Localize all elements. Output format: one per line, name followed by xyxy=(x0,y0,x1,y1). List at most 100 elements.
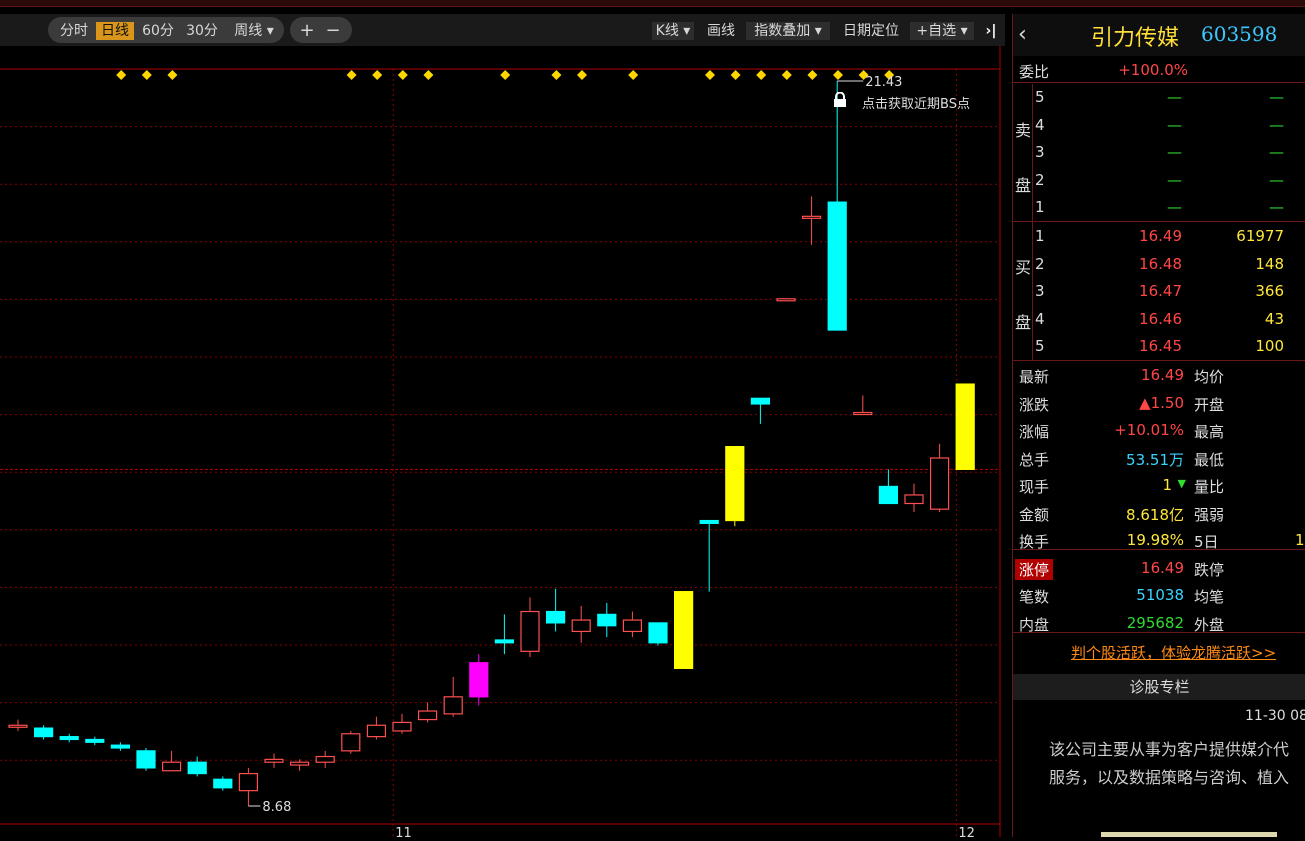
kline-svg: 11 12 21.43 8.68 xyxy=(0,46,1005,841)
buy-volume: 366 xyxy=(1255,282,1284,300)
quote-label-secondary: 最高 xyxy=(1194,423,1225,441)
high-price-label: 21.43 xyxy=(865,75,902,90)
buy-level-row[interactable]: 5 16.45 100 xyxy=(1013,333,1305,360)
candle-body xyxy=(597,613,617,627)
sell-level-row[interactable]: 1 — — xyxy=(1013,194,1305,221)
candle-body xyxy=(469,662,489,698)
candle-body xyxy=(750,397,771,405)
draw-button[interactable]: 画线 xyxy=(702,22,740,40)
news-summary[interactable]: 该公司主要从事为客户提供媒介代 服务，以及数据策略与咨询、植入 xyxy=(1049,736,1305,792)
period-4-button[interactable]: 周线 ▾ xyxy=(226,22,282,40)
candle-body xyxy=(827,201,847,331)
sell-volume: — xyxy=(1269,143,1284,161)
buy-level-row[interactable]: 2 16.48 148 xyxy=(1013,251,1305,278)
candle-body xyxy=(110,744,131,749)
candle-body xyxy=(904,494,924,505)
period-1-button[interactable]: 日线 xyxy=(96,22,134,40)
period-0-button[interactable]: 分时 xyxy=(56,22,92,40)
quote-value: 16.49 xyxy=(1141,366,1184,384)
sell-side-char-1: 卖 xyxy=(1015,121,1032,140)
bs-points-tip[interactable]: 点击获取近期BS点 xyxy=(862,93,970,112)
quote-label-secondary: 强弱 xyxy=(1194,505,1225,524)
candle-body xyxy=(33,727,54,738)
candle-body xyxy=(776,298,796,302)
zoom-in-button[interactable]: + xyxy=(296,22,318,40)
buy-level-row[interactable]: 1 16.49 61977 xyxy=(1013,223,1305,250)
lock-icon[interactable] xyxy=(833,91,847,108)
diagnosis-column-header[interactable]: 诊股专栏 xyxy=(1013,674,1305,700)
quote-label: 涨停 xyxy=(1015,558,1054,580)
date-locate-button[interactable]: 日期定位 xyxy=(836,22,906,40)
zoom-out-button[interactable]: − xyxy=(322,22,344,40)
quote-row[interactable]: 笔数 51038 均笔 xyxy=(1013,582,1305,609)
quote-value: ▲1.50 xyxy=(1139,393,1184,412)
candle-body xyxy=(571,619,591,633)
buy-volume: 100 xyxy=(1255,337,1284,355)
buy-level-row[interactable]: 3 16.47 366 xyxy=(1013,278,1305,305)
candle-body xyxy=(85,738,105,743)
sell-price: — xyxy=(1167,115,1182,134)
buy-price: 16.45 xyxy=(1139,337,1182,355)
candle-body xyxy=(418,710,438,721)
quote-label-secondary: 量比 xyxy=(1194,478,1225,496)
kline-menu[interactable]: K线 ▾ xyxy=(652,22,694,40)
buy-volume: 148 xyxy=(1255,254,1284,273)
index-overlay-menu[interactable]: 指数叠加 ▾ xyxy=(746,22,830,40)
candlestick-chart[interactable]: 11 12 21.43 8.68 点击获取近期BS点 xyxy=(0,46,1005,841)
quote-label: 总手 xyxy=(1019,450,1050,469)
sell-price: — xyxy=(1167,88,1182,106)
quote-label-secondary: 均笔 xyxy=(1194,588,1225,606)
quote-value: 295682 xyxy=(1126,613,1184,632)
quote-label: 最新 xyxy=(1019,368,1050,386)
quote-row[interactable]: 涨幅 +10.01% 最高 xyxy=(1013,417,1305,444)
sell-volume: — xyxy=(1269,170,1284,189)
candle-body xyxy=(494,639,514,644)
buy-level-row[interactable]: 4 16.46 43 xyxy=(1013,306,1305,333)
candle-body xyxy=(725,446,745,522)
sell-side-char-2: 盘 xyxy=(1015,176,1032,195)
sell-price: — xyxy=(1167,198,1182,216)
sell-level-row[interactable]: 3 — — xyxy=(1013,139,1305,166)
promo-link[interactable]: 判个股活跃，体验龙腾活跃>> xyxy=(1071,642,1276,663)
add-watchlist-menu[interactable]: +自选 ▾ xyxy=(910,22,974,40)
period-3-button[interactable]: 30分 xyxy=(182,22,222,40)
candle-body xyxy=(238,772,258,792)
candle-body xyxy=(187,761,207,775)
quote-row[interactable]: 最新 16.49 均价 xyxy=(1013,362,1305,389)
buy-price: 16.47 xyxy=(1139,282,1182,300)
sell-volume: — xyxy=(1269,198,1284,216)
candle-body xyxy=(136,750,156,769)
level-number: 2 xyxy=(1035,254,1045,273)
quote-label-secondary: 最低 xyxy=(1194,450,1225,469)
back-chevron-icon[interactable]: ‹ xyxy=(1018,22,1027,47)
quote-row[interactable]: 涨跌 ▲1.50 开盘 xyxy=(1013,390,1305,417)
divider xyxy=(1013,221,1305,222)
quote-label-secondary: 开盘 xyxy=(1194,395,1225,414)
candle-body xyxy=(8,724,28,728)
candle-body xyxy=(290,761,310,766)
sell-level-row[interactable]: 5 — — xyxy=(1013,84,1305,111)
quote-label-secondary: 跌停 xyxy=(1194,560,1225,579)
quote-row[interactable]: 总手 53.51万 最低 xyxy=(1013,445,1305,472)
sell-level-row[interactable]: 4 — — xyxy=(1013,112,1305,139)
buy-side-char-1: 买 xyxy=(1015,258,1032,277)
candle-body xyxy=(443,696,463,715)
candle-body xyxy=(853,411,873,416)
candle-body xyxy=(648,622,668,644)
bottom-tab[interactable] xyxy=(1101,832,1277,837)
candle-body xyxy=(162,761,182,772)
quote-row[interactable]: 金额 8.618亿 强弱 xyxy=(1013,500,1305,527)
quote-row[interactable]: 涨停 16.49 跌停 xyxy=(1013,555,1305,582)
quote-label-secondary: 均价 xyxy=(1194,368,1225,386)
period-2-button[interactable]: 60分 xyxy=(138,22,178,40)
collapse-panel-icon[interactable]: ›| xyxy=(980,22,1002,40)
month-tick-label: 12 xyxy=(958,826,975,837)
level-number: 4 xyxy=(1035,309,1045,328)
quote-row[interactable]: 现手 1 量比 ▼ xyxy=(1013,472,1305,499)
level-number: 3 xyxy=(1035,143,1045,161)
level-number: 5 xyxy=(1035,88,1045,106)
quote-value: 19.98% xyxy=(1126,531,1184,549)
buy-volume: 43 xyxy=(1264,309,1284,328)
level-number: 4 xyxy=(1035,115,1045,134)
sell-level-row[interactable]: 2 — — xyxy=(1013,167,1305,194)
